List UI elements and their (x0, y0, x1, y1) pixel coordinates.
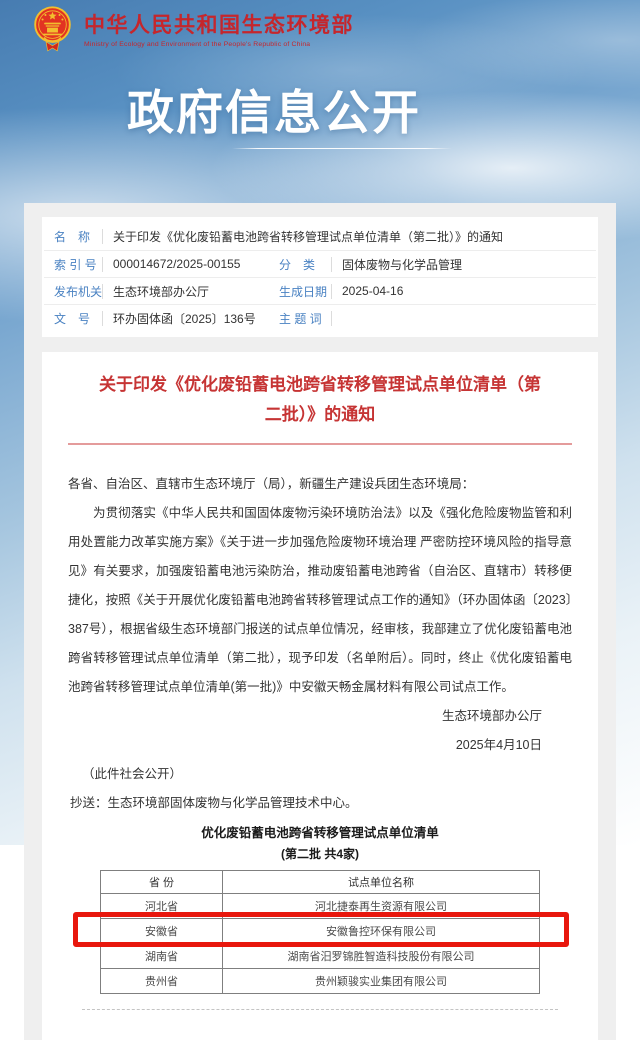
ministry-name-block: 中华人民共和国生态环境部 Ministry of Ecology and Env… (84, 5, 354, 48)
meta-value-name: 关于印发《优化废铅蓄电池跨省转移管理试点单位清单（第二批）》的通知 (113, 228, 596, 245)
attachment-subtitle: (第二批 共4家) (68, 844, 572, 865)
cell-province: 湖南省 (101, 944, 223, 969)
page-title: 政府信息公开 (0, 74, 594, 143)
title-rule (68, 443, 572, 445)
meta-row-index: 索 引 号 000014672/2025-00155 分 类 固体废物与化学品管… (44, 250, 596, 277)
body-paragraph: 为贯彻落实《中华人民共和国固体废物污染环境防治法》以及《强化危险废物监管和利用处… (68, 499, 572, 702)
divider (102, 284, 103, 299)
sign-date: 2025年4月10日 (68, 731, 572, 760)
attachment-section: 优化废铅蓄电池跨省转移管理试点单位清单 (第二批 共4家) 省 份 试点单位名称… (68, 823, 572, 994)
cell-province: 安徽省 (101, 919, 223, 944)
pilot-units-table-wrap: 省 份 试点单位名称 河北省 河北捷泰再生资源有限公司 安徽省 安徽鲁控环保有限… (100, 870, 540, 994)
notice-document-card: 关于印发《优化废铅蓄电池跨省转移管理试点单位清单（第二批）》的通知 各省、自治区… (42, 352, 598, 1040)
page-title-underline (232, 148, 452, 149)
table-row-highlighted: 安徽省 安徽鲁控环保有限公司 (101, 919, 540, 944)
salutation-line: 各省、自治区、直辖市生态环境厅（局），新疆生产建设兵团生态环境局： (68, 470, 572, 499)
cell-province: 河北省 (101, 894, 223, 919)
signer-name: 生态环境部办公厅 (68, 702, 572, 731)
meta-label-name: 名 称 (44, 228, 100, 245)
cell-company: 河北捷泰再生资源有限公司 (223, 894, 540, 919)
document-metadata-card: 名 称 关于印发《优化废铅蓄电池跨省转移管理试点单位清单（第二批）》的通知 索 … (42, 217, 598, 337)
divider (102, 229, 103, 244)
meta-value-index: 000014672/2025-00155 (113, 257, 273, 271)
meta-value-date: 2025-04-16 (342, 284, 596, 298)
cell-company: 贵州颖骏实业集团有限公司 (223, 969, 540, 994)
pilot-units-table: 省 份 试点单位名称 河北省 河北捷泰再生资源有限公司 安徽省 安徽鲁控环保有限… (100, 870, 540, 994)
meta-label-category: 分 类 (273, 256, 329, 273)
table-row: 湖南省 湖南省汨罗锦胜智造科技股份有限公司 (101, 944, 540, 969)
meta-row-name: 名 称 关于印发《优化废铅蓄电池跨省转移管理试点单位清单（第二批）》的通知 (44, 223, 596, 250)
meta-label-issuer: 发布机关 (44, 283, 100, 300)
table-row: 贵州省 贵州颖骏实业集团有限公司 (101, 969, 540, 994)
ministry-name-en: Ministry of Ecology and Environment of t… (84, 41, 354, 48)
meta-value-issuer: 生态环境部办公厅 (113, 283, 273, 300)
divider (331, 257, 332, 272)
notice-title: 关于印发《优化废铅蓄电池跨省转移管理试点单位清单（第二批）》的通知 (94, 370, 546, 430)
meta-row-issuer: 发布机关 生态环境部办公厅 生成日期 2025-04-16 (44, 277, 596, 304)
meta-label-docno: 文 号 (44, 310, 100, 327)
meta-label-index: 索 引 号 (44, 256, 100, 273)
meta-label-subject: 主 题 词 (273, 310, 329, 327)
divider (331, 284, 332, 299)
bottom-dashed-divider (82, 1009, 558, 1010)
ministry-name-cn: 中华人民共和国生态环境部 (84, 14, 354, 38)
header-company: 试点单位名称 (223, 871, 540, 894)
notice-body: 各省、自治区、直辖市生态环境厅（局），新疆生产建设兵团生态环境局： 为贯彻落实《… (68, 470, 572, 818)
public-disclosure-note: （此件社会公开） (68, 760, 572, 789)
divider (102, 257, 103, 272)
attachment-title: 优化废铅蓄电池跨省转移管理试点单位清单 (68, 823, 572, 844)
cell-province: 贵州省 (101, 969, 223, 994)
table-header-row: 省 份 试点单位名称 (101, 871, 540, 894)
divider (331, 311, 332, 326)
meta-label-date: 生成日期 (273, 283, 329, 300)
ministry-brand-link[interactable]: 中华人民共和国生态环境部 Ministry of Ecology and Env… (32, 5, 354, 57)
content-panel: 名 称 关于印发《优化废铅蓄电池跨省转移管理试点单位清单（第二批）》的通知 索 … (24, 203, 616, 1040)
meta-row-docno: 文 号 环办固体函〔2025〕136号 主 题 词 (44, 304, 596, 331)
cell-company: 湖南省汨罗锦胜智造科技股份有限公司 (223, 944, 540, 969)
divider (102, 311, 103, 326)
national-emblem-icon (32, 5, 73, 57)
cell-company: 安徽鲁控环保有限公司 (223, 919, 540, 944)
table-row: 河北省 河北捷泰再生资源有限公司 (101, 894, 540, 919)
header-province: 省 份 (101, 871, 223, 894)
site-header: 中华人民共和国生态环境部 Ministry of Ecology and Env… (0, 0, 640, 203)
meta-value-category: 固体废物与化学品管理 (342, 256, 596, 273)
meta-value-docno: 环办固体函〔2025〕136号 (113, 310, 273, 327)
cc-note: 抄送：生态环境部固体废物与化学品管理技术中心。 (68, 789, 572, 818)
